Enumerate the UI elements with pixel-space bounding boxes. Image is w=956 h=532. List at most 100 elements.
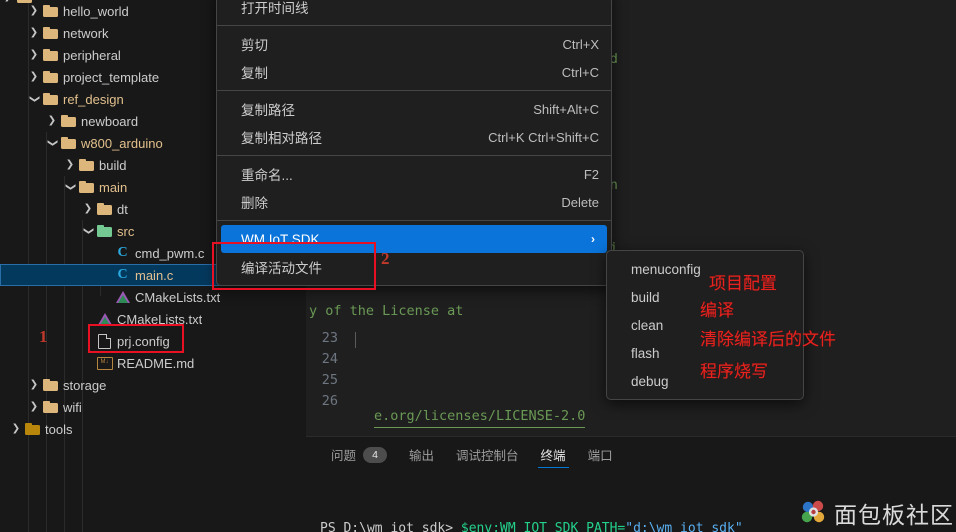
menu-item-cut[interactable]: 剪切 Ctrl+X: [217, 30, 611, 58]
folder-icon: [42, 27, 59, 39]
folder-open-green-icon: [96, 225, 113, 237]
menu-item-label: 重命名...: [241, 168, 293, 183]
chevron-right-icon[interactable]: ❯: [26, 50, 42, 60]
submenu-item-label: clean: [631, 317, 664, 333]
community-logo-icon: [801, 500, 825, 523]
chevron-down-icon[interactable]: ❯: [83, 223, 94, 239]
folder-open-icon: [60, 137, 77, 149]
menu-item-label: 复制: [241, 66, 268, 81]
tree-item-label: network: [63, 25, 109, 41]
tree-item-label: w800_arduino: [81, 135, 163, 151]
folder-icon: [60, 115, 77, 127]
folder-icon: [42, 49, 59, 61]
menu-item-label: 删除: [241, 196, 268, 211]
submenu-item-label: build: [631, 289, 660, 305]
tab-terminal-label: 终端: [540, 449, 566, 463]
vscode-window: Beijing WinnerMicroelectronics Co.,Ltd p…: [0, 0, 956, 532]
menu-item-copy[interactable]: 复制 Ctrl+C: [217, 58, 611, 86]
tab-output[interactable]: 输出: [398, 437, 445, 472]
annotation-note-flash: 程序烧写: [700, 362, 768, 382]
tree-item-label: peripheral: [63, 47, 121, 63]
file-icon: [96, 333, 113, 349]
tree-row-readme-md[interactable]: M↓ README.md: [0, 352, 306, 374]
menu-item-rename[interactable]: 重命名... F2: [217, 160, 611, 188]
folder-icon: [96, 203, 113, 215]
tree-item-label: CMakeLists.txt: [117, 311, 203, 327]
menu-item-shortcut: Ctrl+X: [562, 36, 599, 52]
chevron-right-icon[interactable]: ❯: [26, 6, 42, 16]
folder-open-icon: [78, 181, 95, 193]
menu-item-shortcut: F2: [583, 166, 599, 182]
submenu-item-label: flash: [631, 345, 660, 361]
tree-item-label: README.md: [117, 355, 195, 371]
terminal-cmd: $env:WM_IOT_SDK_PATH=: [453, 521, 626, 532]
menu-item-label: 编译活动文件: [241, 261, 322, 276]
menu-item-shortcut: Ctrl+C: [561, 64, 599, 80]
line-number: 24: [321, 351, 338, 367]
folder-open-icon: [42, 93, 59, 105]
chevron-down-icon[interactable]: ❯: [47, 135, 58, 151]
menu-item-label: 打开时间线: [241, 1, 309, 16]
menu-separator: [217, 155, 611, 156]
menu-item-shortcut: Shift+Alt+C: [533, 101, 599, 117]
menu-separator: [217, 90, 611, 91]
menu-item-copy-relative-path[interactable]: 复制相对路径 Ctrl+K Ctrl+Shift+C: [217, 123, 611, 151]
tree-item-label: CMakeLists.txt: [135, 289, 221, 305]
menu-item-wm-iot-sdk[interactable]: WM IoT SDK ›: [221, 225, 607, 253]
annotation-note-clean: 清除编译后的文件: [700, 330, 836, 350]
cmake-icon: [114, 291, 131, 303]
chevron-right-icon[interactable]: ❯: [44, 116, 60, 126]
tree-item-label: project_template: [63, 69, 160, 85]
menu-item-label: 复制相对路径: [241, 131, 322, 146]
menu-separator: [217, 25, 611, 26]
chevron-right-icon[interactable]: ❯: [8, 424, 24, 434]
menu-item-open-timeline[interactable]: 打开时间线: [217, 0, 611, 21]
menu-item-shortcut: Ctrl+K Ctrl+Shift+C: [488, 129, 599, 145]
tree-item-label: ref_design: [63, 91, 124, 107]
tree-row-cmakelists-txt[interactable]: CMakeLists.txt: [0, 286, 306, 308]
tab-problems-label: 问题: [331, 449, 357, 463]
chevron-right-icon: ›: [591, 232, 595, 246]
tree-item-label: tools: [45, 421, 73, 437]
chevron-right-icon[interactable]: ❯: [26, 72, 42, 82]
tab-terminal[interactable]: 终端: [530, 437, 577, 472]
annotation-note-build: 编译: [700, 301, 734, 321]
menu-item-label: 剪切: [241, 38, 268, 53]
menu-item-copy-path[interactable]: 复制路径 Shift+Alt+C: [217, 95, 611, 123]
tree-row-storage[interactable]: ❯ storage: [0, 374, 306, 396]
watermark-text: 面包板社区: [834, 503, 954, 529]
chevron-right-icon[interactable]: ❯: [62, 160, 78, 170]
chevron-down-icon[interactable]: ❯: [65, 179, 76, 195]
c-file-icon: C: [117, 245, 128, 260]
tree-row-tools[interactable]: ❯ tools: [0, 418, 306, 440]
tab-problems[interactable]: 问题 4: [320, 437, 398, 472]
tree-item-label: build: [99, 157, 127, 173]
cmake-icon: [96, 313, 113, 325]
menu-item-delete[interactable]: 删除 Delete: [217, 188, 611, 216]
annotation-note-menuconfig: 项目配置: [709, 274, 777, 294]
panel-tab-bar: 问题 4 输出 调试控制台 终端 端口: [306, 437, 956, 472]
tree-item-label: main: [99, 179, 128, 195]
tree-item-label: storage: [63, 377, 107, 393]
tree-item-label: src: [117, 223, 135, 239]
tab-ports[interactable]: 端口: [577, 437, 624, 472]
tab-output-label: 输出: [409, 449, 435, 463]
terminal-cmd-value: "d:\wm_iot_sdk": [625, 521, 743, 532]
chevron-right-icon[interactable]: ❯: [26, 380, 42, 390]
menu-item-label: WM IoT SDK: [241, 231, 320, 247]
tree-item-label: cmd_pwm.c: [135, 245, 205, 261]
chevron-right-icon[interactable]: ❯: [26, 28, 42, 38]
chevron-down-icon[interactable]: ❯: [29, 91, 40, 107]
tree-row-wifi[interactable]: ❯ wifi: [0, 396, 306, 418]
folder-icon: [42, 5, 59, 17]
line-number: 25: [321, 372, 338, 388]
tree-item-label: main.c: [135, 267, 174, 283]
tab-debug-console[interactable]: 调试控制台: [445, 437, 530, 472]
chevron-right-icon[interactable]: ❯: [26, 402, 42, 412]
tree-item-label: dt: [117, 201, 128, 217]
watermark: 面包板社区: [799, 496, 954, 530]
menu-item-build-active-file[interactable]: 编译活动文件: [217, 253, 611, 281]
context-menu[interactable]: 打开时间线 剪切 Ctrl+X 复制 Ctrl+C 复制路径 Shift+Alt…: [216, 0, 612, 286]
submenu-item-label: menuconfig: [631, 261, 701, 277]
chevron-right-icon[interactable]: ❯: [80, 204, 96, 214]
